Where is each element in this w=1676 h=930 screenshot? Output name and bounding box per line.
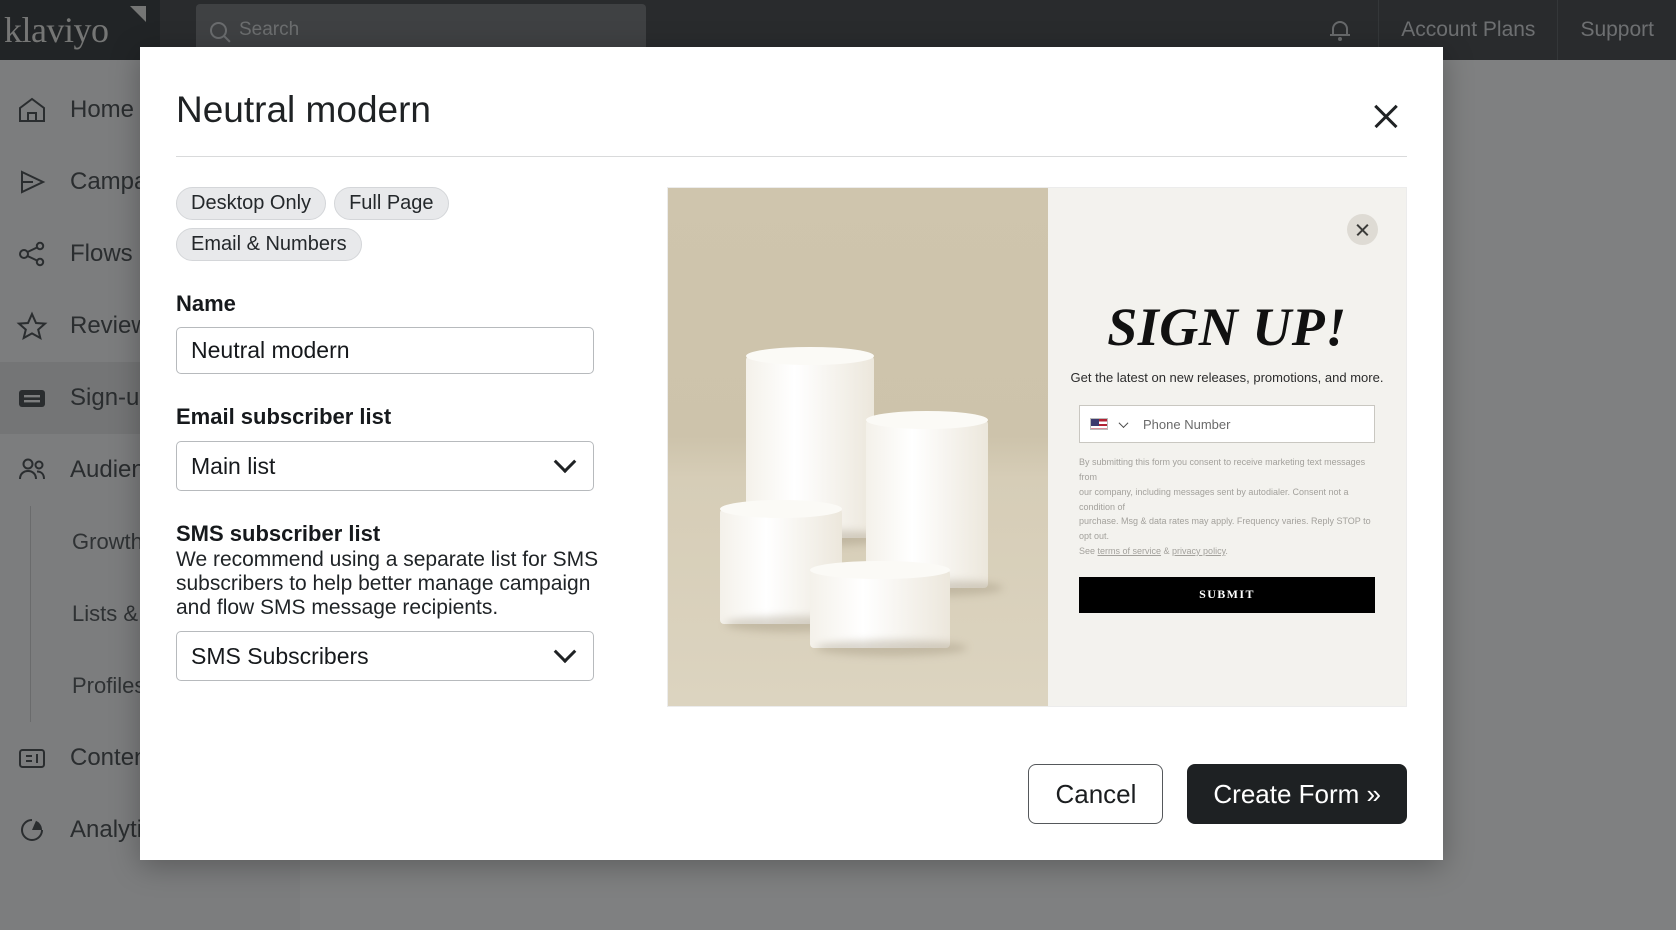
podium-top (746, 347, 874, 365)
preview-subheadline: Get the latest on new releases, promotio… (1070, 370, 1384, 385)
podium-shadow (815, 640, 967, 656)
legal-line-3: purchase. Msg & data rates may apply. Fr… (1079, 516, 1371, 542)
template-tag-list: Desktop Only Full Page Email & Numbers (176, 187, 476, 261)
create-form-modal: Neutral modern Desktop Only Full Page Em… (140, 47, 1443, 860)
podium-top (866, 411, 988, 429)
preview-legal-text: By submitting this form you consent to r… (1079, 455, 1375, 559)
us-flag-icon (1090, 418, 1108, 430)
sms-list-help-text: We recommend using a separate list for S… (176, 548, 599, 620)
sms-list-select[interactable]: SMS Subscribers (176, 631, 594, 682)
email-list-label: Email subscriber list (176, 404, 392, 429)
form-settings-column: Desktop Only Full Page Email & Numbers N… (176, 187, 631, 764)
preview-form-panel: SIGN UP! Get the latest on new releases,… (1048, 188, 1406, 706)
sms-list-label: SMS subscriber list (176, 521, 381, 546)
legal-line-1: By submitting this form you consent to r… (1079, 457, 1366, 482)
cancel-button[interactable]: Cancel (1028, 764, 1164, 824)
legal-line-4-period: . (1225, 546, 1228, 557)
preview-phone-input[interactable]: Phone Number (1079, 405, 1375, 443)
name-field-group: Name Neutral modern (176, 291, 631, 374)
template-preview: SIGN UP! Get the latest on new releases,… (667, 187, 1407, 707)
email-list-select[interactable]: Main list (176, 441, 594, 491)
preview-photo (668, 188, 1048, 706)
tag-desktop-only: Desktop Only (176, 187, 327, 220)
preview-phone-placeholder: Phone Number (1143, 416, 1231, 432)
terms-of-service-link[interactable]: terms of service (1098, 546, 1162, 556)
podium-shape (810, 561, 967, 656)
name-field-label: Name (176, 291, 236, 316)
legal-line-4-prefix: See (1079, 546, 1098, 557)
sms-list-selected-value: SMS Subscribers (191, 642, 369, 669)
podium-top (720, 500, 842, 518)
chevron-down-icon (1118, 417, 1129, 428)
privacy-policy-link[interactable]: privacy policy (1172, 546, 1225, 556)
legal-line-4-amp: & (1161, 546, 1173, 557)
email-list-selected-value: Main list (191, 452, 276, 479)
podium-top (810, 561, 950, 579)
tag-email-and-numbers: Email & Numbers (176, 228, 362, 261)
legal-line-2: our company, including messages sent by … (1079, 486, 1349, 512)
modal-title: Neutral modern (176, 89, 432, 130)
chevron-down-icon (553, 450, 577, 474)
tag-full-page: Full Page (334, 187, 449, 220)
modal-body: Desktop Only Full Page Email & Numbers N… (140, 157, 1443, 764)
preview-submit-button[interactable]: SUBMIT (1079, 576, 1375, 613)
preview-headline: SIGN UP! (1107, 297, 1347, 357)
chevron-down-icon (553, 640, 577, 664)
close-icon[interactable] (1371, 101, 1401, 131)
close-icon[interactable] (1347, 214, 1378, 245)
email-list-field-group: Email subscriber list Main list (176, 404, 631, 491)
name-input[interactable]: Neutral modern (176, 327, 594, 374)
sms-list-field-group: SMS subscriber list We recommend using a… (176, 521, 631, 682)
create-form-button[interactable]: Create Form » (1187, 764, 1407, 824)
modal-header: Neutral modern (140, 47, 1443, 131)
modal-footer: Cancel Create Form » (140, 764, 1443, 860)
